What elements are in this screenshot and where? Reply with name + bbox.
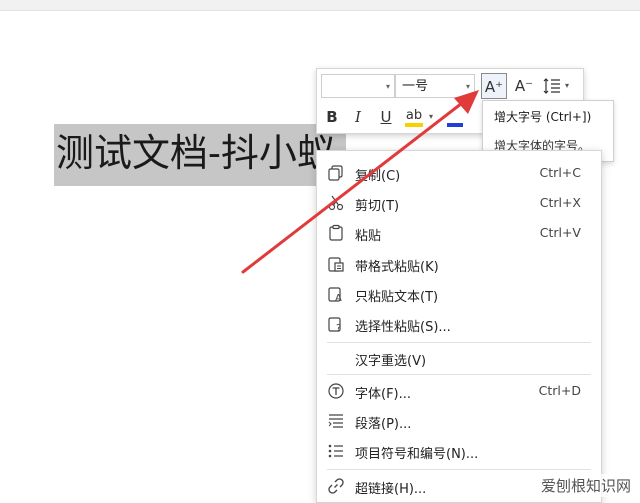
arrow-shaft [241, 98, 468, 274]
red-annotation-arrow [241, 90, 479, 274]
watermark-text: 爱刨根知识网 [537, 474, 634, 497]
arrow-head [454, 90, 479, 114]
